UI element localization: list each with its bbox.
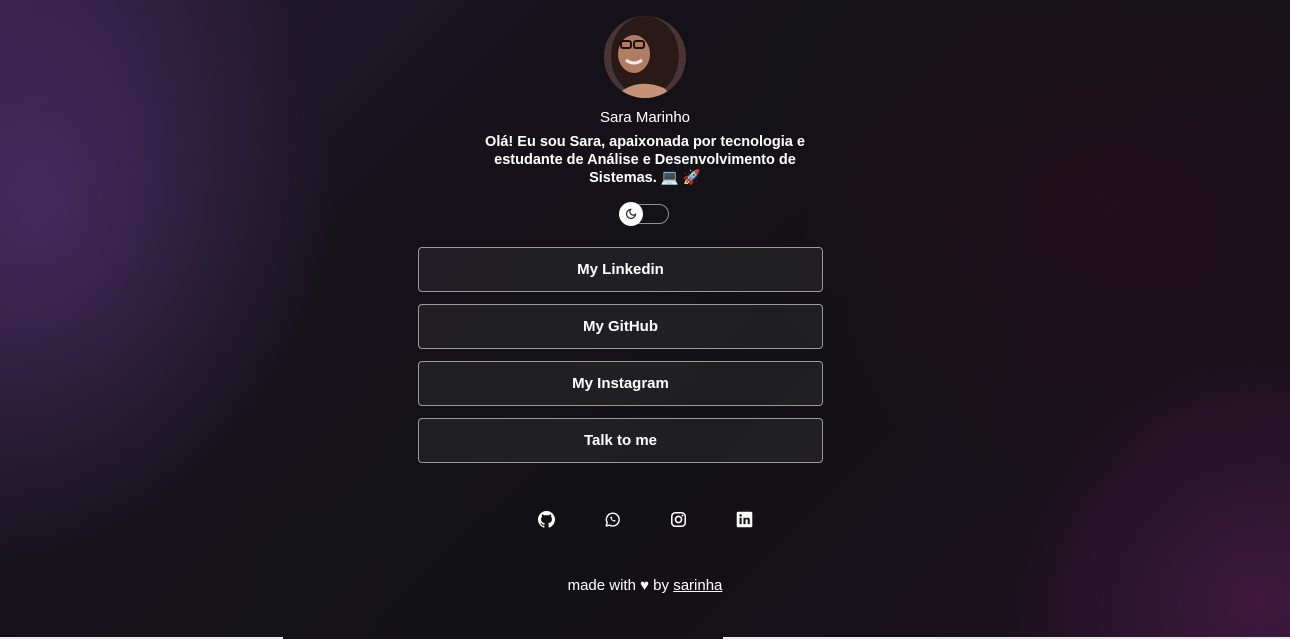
github-icon[interactable] — [537, 510, 555, 528]
profile-name: Sara Marinho — [599, 109, 691, 126]
links-list: My Linkedin My GitHub My Instagram Talk … — [418, 247, 823, 463]
whatsapp-icon[interactable] — [603, 510, 621, 528]
instagram-icon[interactable] — [669, 510, 687, 528]
avatar-photo — [604, 16, 686, 98]
avatar — [604, 16, 686, 98]
author-link[interactable]: sarinha — [673, 577, 722, 594]
theme-toggle-knob[interactable] — [619, 202, 643, 226]
social-icons — [0, 510, 1290, 528]
footer: made with ♥ by sarinha — [0, 577, 1290, 594]
theme-toggle[interactable] — [619, 202, 669, 226]
github-link-button[interactable]: My GitHub — [418, 304, 823, 349]
linkedin-link-button[interactable]: My Linkedin — [418, 247, 823, 292]
linkedin-icon[interactable] — [735, 510, 753, 528]
footer-text: made with ♥ by — [567, 577, 670, 594]
profile-section: Sara Marinho Olá! Eu sou Sara, apaixonad… — [0, 0, 1290, 226]
talk-to-me-button[interactable]: Talk to me — [418, 418, 823, 463]
profile-bio: Olá! Eu sou Sara, apaixonada por tecnolo… — [485, 134, 805, 186]
instagram-link-button[interactable]: My Instagram — [418, 361, 823, 406]
moon-icon — [625, 208, 637, 220]
